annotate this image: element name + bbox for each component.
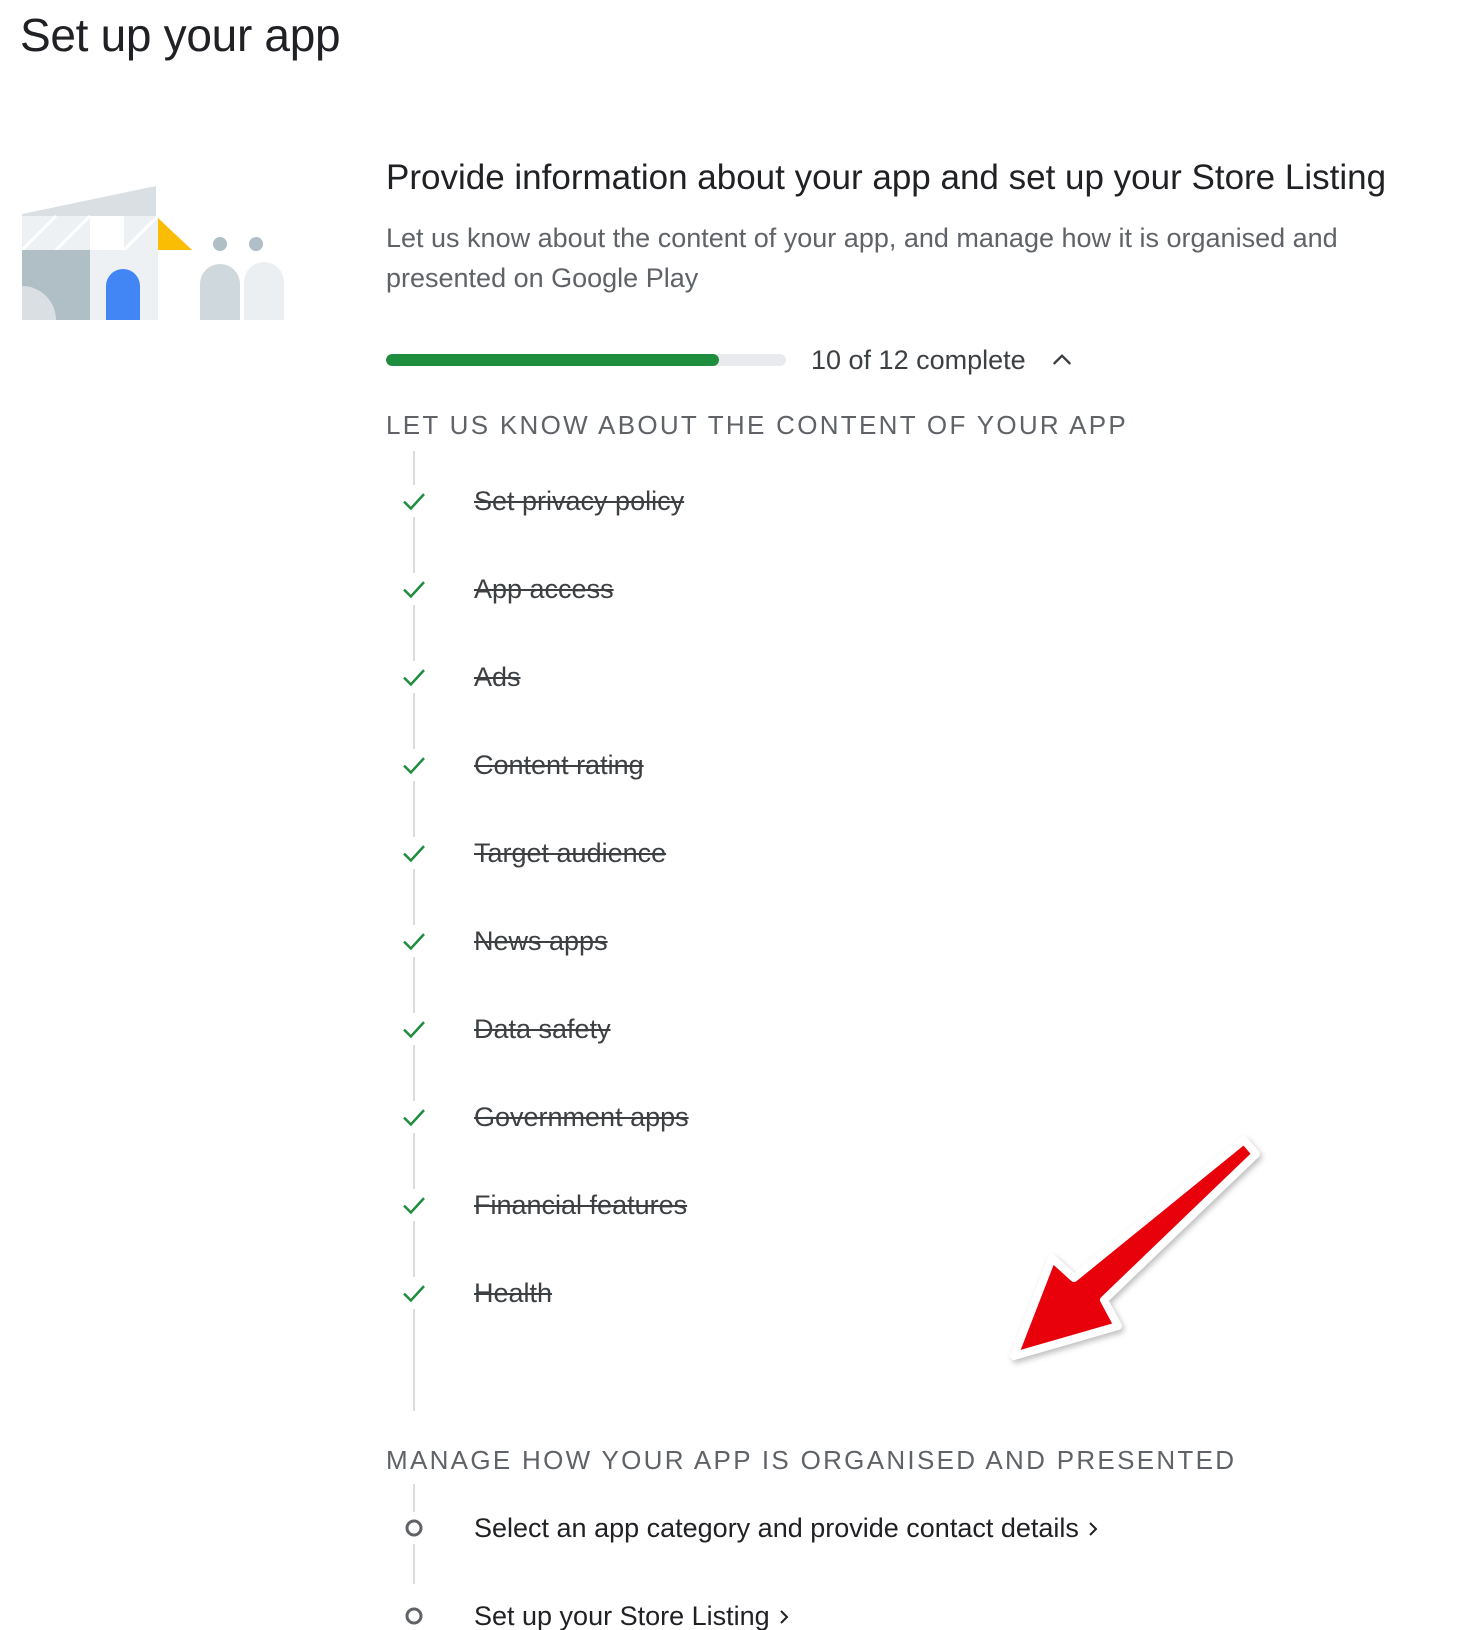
setup-heading: Provide information about your app and s… [386, 158, 1387, 197]
setup-illustration [20, 186, 284, 320]
presentation-group-title: MANAGE HOW YOUR APP IS ORGANISED AND PRE… [386, 1445, 1237, 1475]
check-icon [398, 925, 430, 957]
task-ads[interactable]: Ads [386, 633, 1446, 721]
task-label: Select an app category and provide conta… [474, 1512, 1079, 1543]
check-icon [398, 1277, 430, 1309]
content-group-title: LET US KNOW ABOUT THE CONTENT OF YOUR AP… [386, 410, 1129, 440]
task-store-listing[interactable]: Set up your Store Listing [386, 1572, 1446, 1630]
progress-bar-fill [386, 354, 720, 366]
task-set-privacy-policy[interactable]: Set privacy policy [386, 457, 1446, 545]
task-label: Content rating [474, 749, 644, 780]
task-label: Financial features [474, 1189, 688, 1220]
content-task-list: Set privacy policy App access Ads Conten… [386, 451, 1446, 1411]
setup-card: Provide information about your app and s… [386, 158, 1446, 1630]
task-label: Target audience [474, 837, 667, 868]
task-app-category-contact[interactable]: Select an app category and provide conta… [386, 1484, 1446, 1572]
task-target-audience[interactable]: Target audience [386, 809, 1446, 897]
check-icon [398, 1013, 430, 1045]
collapse-toggle-button[interactable] [1046, 344, 1078, 376]
task-label: Ads [474, 661, 521, 692]
task-label: App access [474, 573, 614, 604]
task-label: Health [474, 1277, 553, 1308]
presentation-task-list: Select an app category and provide conta… [386, 1484, 1446, 1630]
check-icon [398, 1189, 430, 1221]
task-data-safety[interactable]: Data safety [386, 985, 1446, 1073]
task-content-rating[interactable]: Content rating [386, 721, 1446, 809]
task-health[interactable]: Health [386, 1249, 1446, 1337]
task-label: Set privacy policy [474, 485, 685, 516]
progress-row: 10 of 12 complete [386, 340, 1446, 380]
pending-circle-icon [398, 1512, 430, 1544]
task-label: Set up your Store Listing [474, 1600, 770, 1630]
setup-description: Let us know about the content of your ap… [386, 223, 1338, 293]
task-government-apps[interactable]: Government apps [386, 1073, 1446, 1161]
pending-circle-icon [398, 1600, 430, 1630]
check-icon [398, 573, 430, 605]
chevron-up-icon [1052, 354, 1071, 365]
check-icon [398, 837, 430, 869]
task-app-access[interactable]: App access [386, 545, 1446, 633]
progress-bar [386, 354, 786, 366]
task-label: Government apps [474, 1101, 689, 1132]
task-financial-features[interactable]: Financial features [386, 1161, 1446, 1249]
chevron-right-icon [779, 1610, 789, 1625]
chevron-right-icon [1089, 1522, 1098, 1537]
task-link[interactable]: Select an app category and provide conta… [474, 1513, 1101, 1544]
progress-label: 10 of 12 complete [811, 344, 1026, 375]
check-icon [398, 485, 430, 517]
task-link[interactable]: Set up your Store Listing [474, 1601, 792, 1630]
task-label: Data safety [474, 1013, 611, 1044]
check-icon [398, 749, 430, 781]
task-news-apps[interactable]: News apps [386, 897, 1446, 985]
check-icon [398, 1101, 430, 1133]
page-title: Set up your app [20, 9, 341, 61]
task-label: News apps [474, 925, 608, 956]
check-icon [398, 661, 430, 693]
